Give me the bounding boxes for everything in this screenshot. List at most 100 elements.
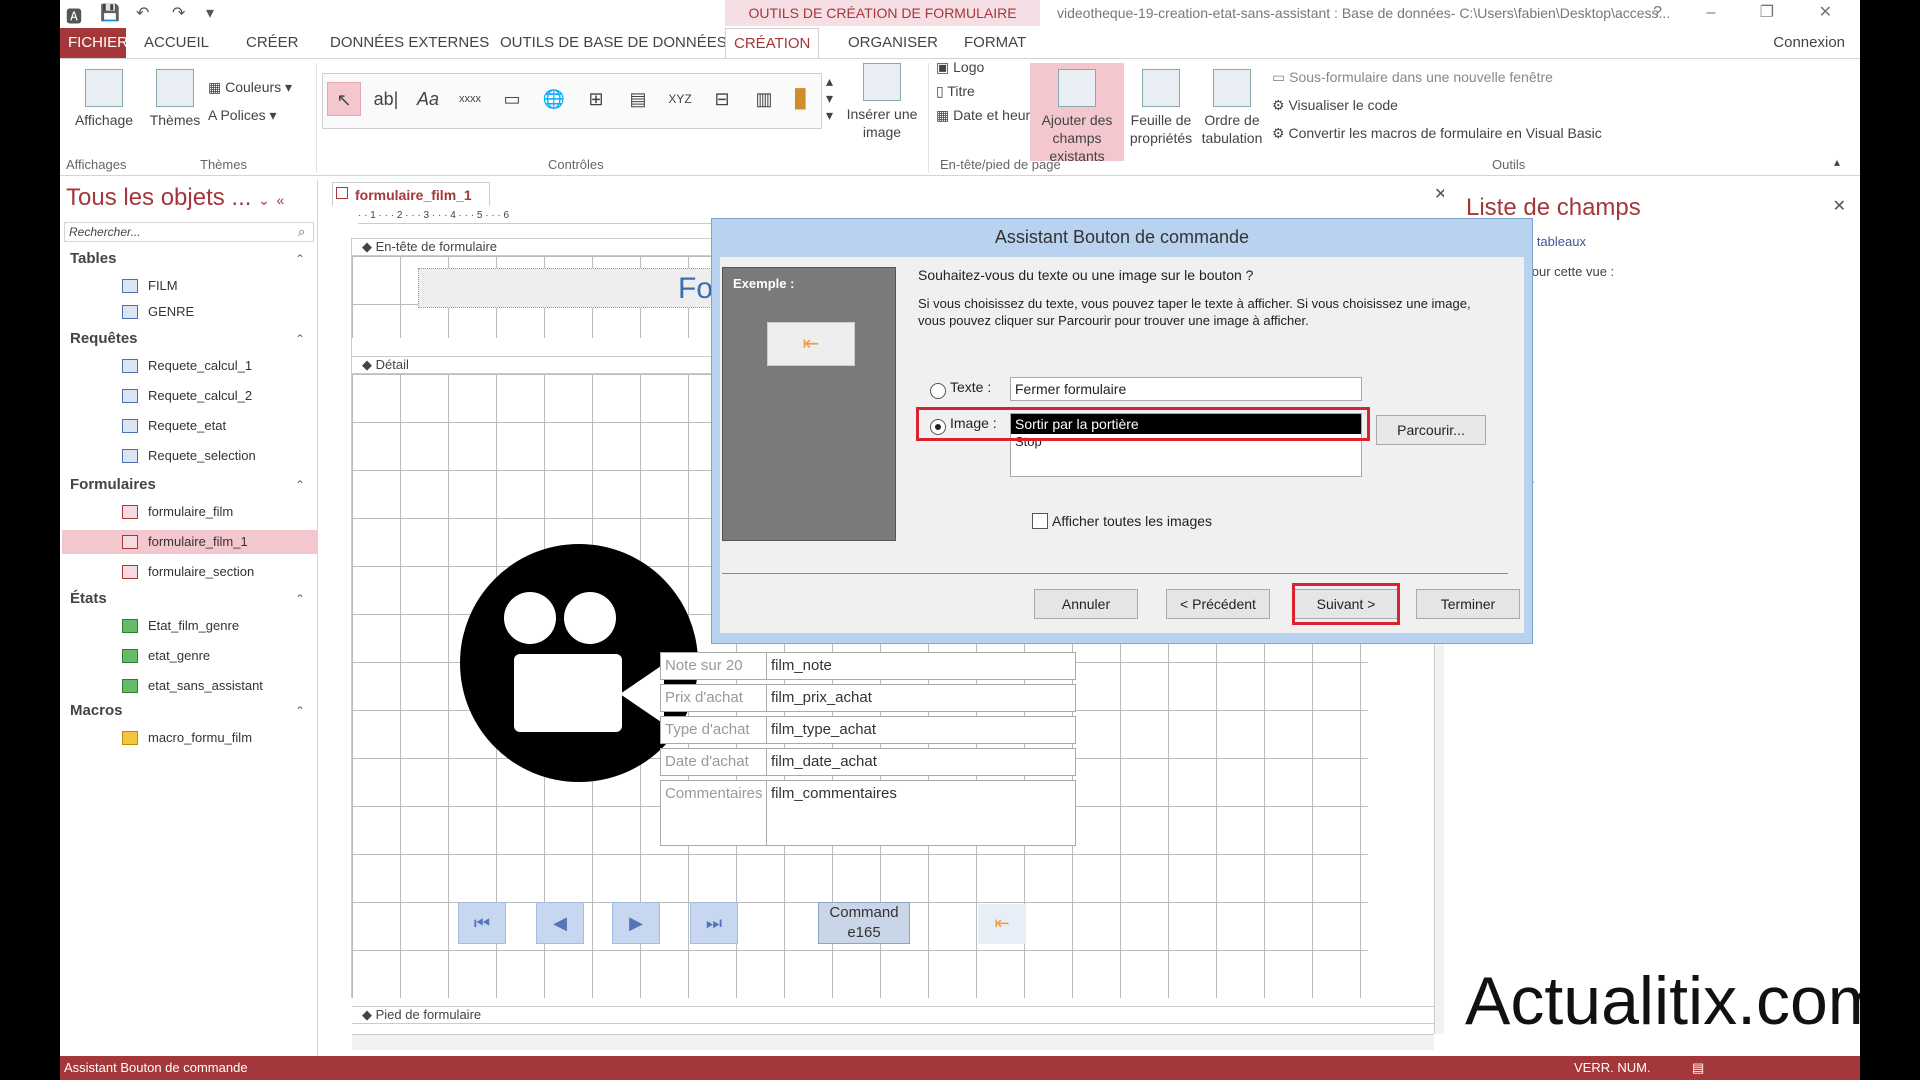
nav-item-etat-sans-assistant[interactable]: etat_sans_assistant [62, 674, 318, 698]
date-heure-button[interactable]: ▦ Date et heure [936, 107, 1038, 124]
sous-formulaire-button[interactable]: ▭ Sous-formulaire dans une nouvelle fenê… [1272, 69, 1553, 86]
nav-item-requete-selection[interactable]: Requete_selection [62, 444, 318, 468]
field-film-prix-achat[interactable]: film_prix_achat [766, 684, 1076, 712]
connexion-link[interactable]: Connexion [1773, 34, 1845, 51]
undo-icon[interactable]: ↶ [136, 3, 149, 23]
visualiser-code-button[interactable]: ⚙ Visualiser le code [1272, 97, 1398, 114]
nav-section-tables[interactable]: Tables [70, 250, 116, 267]
button-control-icon[interactable]: xxxx [453, 82, 487, 116]
command-button-165[interactable]: Command e165 [818, 902, 910, 944]
redo-icon[interactable]: ↷ [172, 3, 185, 23]
nav-item-etat-film-genre[interactable]: Etat_film_genre [62, 614, 318, 638]
nav-search-input[interactable]: Rechercher... [64, 222, 314, 242]
tab-creation[interactable]: CRÉATION [725, 28, 820, 58]
textbox-control-icon[interactable]: ab| [369, 82, 403, 116]
radio-texte-label[interactable]: Texte : [950, 379, 991, 395]
gallery-scroll-icon[interactable]: ▴ ▾ ▾ [826, 73, 833, 124]
button-text-input[interactable]: Fermer formulaire [1010, 377, 1362, 401]
nav-item-film[interactable]: FILM [62, 274, 318, 298]
next-record-icon[interactable]: ▶ [612, 902, 660, 944]
nav-item-formulaire-section[interactable]: formulaire_section [62, 560, 318, 584]
hyperlink-control-icon[interactable]: 🌐 [537, 82, 571, 116]
previous-record-icon[interactable]: ◀ [536, 902, 584, 944]
convertir-macros-button[interactable]: ⚙ Convertir les macros de formulaire en … [1272, 125, 1602, 142]
tab-outils-bdd[interactable]: OUTILS DE BASE DE DONNÉES [492, 28, 735, 58]
nav-title[interactable]: Tous les objets ... ⌄ « [66, 184, 284, 212]
first-record-icon[interactable]: ⏮ [458, 902, 506, 944]
chevron-up-icon[interactable]: ⌃ [295, 478, 305, 492]
tab-creer[interactable]: CRÉER [238, 28, 307, 58]
cancel-button[interactable]: Annuler [1034, 589, 1138, 619]
collapse-ribbon-icon[interactable]: ▴ [1834, 155, 1840, 169]
last-record-icon[interactable]: ⏭ [690, 902, 738, 944]
field-film-type-achat[interactable]: film_type_achat [766, 716, 1076, 744]
quick-access-dropdown-icon[interactable]: ▾ [206, 3, 214, 23]
label-type-achat[interactable]: Type d'achat [660, 716, 780, 744]
label-prix-achat[interactable]: Prix d'achat [660, 684, 780, 712]
ordre-tabulation-button[interactable]: Ordre de tabulation [1198, 69, 1266, 147]
chevron-up-icon[interactable]: ⌃ [295, 332, 305, 346]
page-break-icon[interactable]: ⊟ [705, 82, 739, 116]
window-controls[interactable]: ? – ❐ ✕ [1653, 2, 1852, 22]
tab-format[interactable]: FORMAT [956, 28, 1034, 58]
tab-donnees-externes[interactable]: DONNÉES EXTERNES [322, 28, 497, 58]
form-title-label[interactable]: Fo [418, 268, 718, 308]
tab-organiser[interactable]: ORGANISER [840, 28, 946, 58]
nav-item-requete-calcul-2[interactable]: Requete_calcul_2 [62, 384, 318, 408]
chart-control-icon[interactable]: ▊ [785, 82, 819, 116]
nav-section-formulaires[interactable]: Formulaires [70, 476, 156, 493]
previous-button[interactable]: < Précédent [1166, 589, 1270, 619]
chevron-up-icon[interactable]: ⌃ [295, 252, 305, 266]
web-browser-control-icon[interactable]: ⊞ [579, 82, 613, 116]
finish-button[interactable]: Terminer [1416, 589, 1520, 619]
nav-item-genre[interactable]: GENRE [62, 300, 318, 324]
label-commentaires[interactable]: Commentaires [660, 780, 780, 846]
nav-item-requete-etat[interactable]: Requete_etat [62, 414, 318, 438]
chevron-up-icon[interactable]: ⌃ [295, 704, 305, 718]
label-date-achat[interactable]: Date d'achat [660, 748, 780, 776]
select-pointer-icon[interactable]: ↖ [327, 82, 361, 116]
save-icon[interactable]: 💾 [100, 3, 120, 23]
nav-item-etat-genre[interactable]: etat_genre [62, 644, 318, 668]
couleurs-button[interactable]: ▦ Couleurs ▾ [208, 79, 292, 96]
affichage-button[interactable]: Affichage [66, 69, 142, 129]
field-film-date-achat[interactable]: film_date_achat [766, 748, 1076, 776]
nav-item-requete-calcul-1[interactable]: Requete_calcul_1 [62, 354, 318, 378]
combo-box-icon[interactable]: ▥ [747, 82, 781, 116]
polices-button[interactable]: A Polices ▾ [208, 107, 277, 124]
field-film-note[interactable]: film_note [766, 652, 1076, 680]
nav-item-macro-formu-film[interactable]: macro_formu_film [62, 726, 318, 750]
nav-item-formulaire-film-1[interactable]: formulaire_film_1 [62, 530, 318, 554]
horizontal-scrollbar[interactable] [352, 1034, 1434, 1050]
show-all-images-label[interactable]: Afficher toutes les images [1052, 513, 1212, 529]
ajouter-champs-button[interactable]: Ajouter des champs existants [1030, 63, 1124, 164]
help-icon[interactable]: ? [1653, 4, 1682, 21]
nav-section-requetes[interactable]: Requêtes [70, 330, 138, 347]
tab-control-icon[interactable]: ▭ [495, 82, 529, 116]
close-icon[interactable]: ✕ [1833, 196, 1846, 216]
show-all-images-checkbox[interactable] [1032, 513, 1048, 529]
feuille-proprietes-button[interactable]: Feuille de propriétés [1126, 69, 1196, 147]
field-film-commentaires[interactable]: film_commentaires [766, 780, 1076, 846]
themes-button[interactable]: Thèmes [146, 69, 204, 129]
tab-accueil[interactable]: ACCUEIL [136, 28, 217, 58]
search-icon[interactable]: ⌕ [298, 224, 305, 240]
logo-button[interactable]: ▣ Logo [936, 59, 984, 76]
nav-collapse-icon[interactable]: « [277, 192, 285, 208]
nav-dropdown-icon[interactable]: ⌄ [258, 192, 270, 208]
nav-section-macros[interactable]: Macros [70, 702, 123, 719]
tab-fichier[interactable]: FICHIER [60, 28, 128, 58]
titre-button[interactable]: ▯ Titre [936, 83, 975, 100]
navigation-control-icon[interactable]: ▤ [621, 82, 655, 116]
design-view-icon[interactable]: ▤ [1692, 1056, 1704, 1080]
radio-texte[interactable] [930, 383, 946, 399]
exit-door-icon[interactable]: ⇤ [978, 904, 1026, 944]
section-pied[interactable]: ◆ Pied de formulaire [352, 1006, 1434, 1024]
label-control-icon[interactable]: Aa [411, 82, 445, 116]
label-note[interactable]: Note sur 20 [660, 652, 780, 680]
inserer-image-button[interactable]: Insérer une image [840, 63, 924, 141]
chevron-up-icon[interactable]: ⌃ [295, 592, 305, 606]
nav-item-formulaire-film[interactable]: formulaire_film [62, 500, 318, 524]
doc-tab-formulaire-film-1[interactable]: formulaire_film_1 [332, 182, 490, 206]
option-group-icon[interactable]: XYZ [663, 82, 697, 116]
